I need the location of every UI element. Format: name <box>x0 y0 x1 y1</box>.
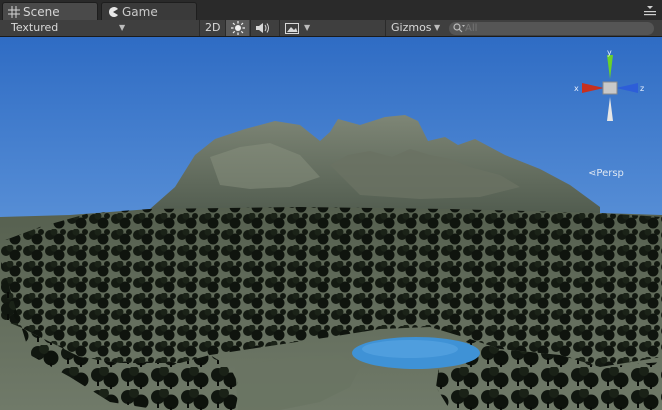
tab-game[interactable]: Game <box>101 2 197 20</box>
speaker-icon <box>256 23 269 33</box>
z-axis-cone[interactable] <box>616 83 638 93</box>
search-input[interactable] <box>465 22 645 35</box>
gizmos-label: Gizmos <box>391 21 432 34</box>
axis-x-label: x <box>574 84 579 93</box>
draw-mode-dropdown[interactable]: Textured ▼ <box>0 20 128 36</box>
orientation-gizmo[interactable]: y x z <box>574 49 646 127</box>
scene-audio-button[interactable] <box>250 20 274 36</box>
image-icon <box>285 23 299 34</box>
draw-mode-label: Textured <box>11 21 59 34</box>
tab-scene-label: Scene <box>23 5 60 19</box>
x-axis-cone[interactable] <box>582 83 604 93</box>
2d-toggle-button[interactable]: 2D <box>199 20 224 36</box>
hierarchy-search[interactable] <box>449 22 654 35</box>
search-icon <box>453 23 465 33</box>
chevron-down-icon: ▼ <box>304 23 311 32</box>
scene-effects-dropdown[interactable]: ▼ <box>279 20 313 36</box>
projection-label: Persp <box>596 168 624 179</box>
grid-icon <box>8 6 20 18</box>
chevron-down-icon: ▼ <box>434 23 441 32</box>
axis-y-label: y <box>607 49 612 57</box>
gizmos-dropdown[interactable]: Gizmos ▼ <box>385 20 444 36</box>
tab-bar: Scene Game <box>0 0 662 20</box>
chevron-down-icon: ▼ <box>119 23 126 32</box>
tab-game-label: Game <box>122 5 158 19</box>
gizmo-center-cube[interactable] <box>602 81 618 95</box>
pacman-icon <box>109 7 118 17</box>
projection-toggle[interactable]: ⋖Persp <box>588 168 624 179</box>
scene-viewport[interactable]: y x z ⋖Persp <box>0 37 662 410</box>
terrain-render <box>0 37 662 410</box>
y-axis-cone[interactable] <box>607 55 613 79</box>
sun-icon <box>231 21 245 35</box>
scene-lighting-button[interactable] <box>225 20 249 36</box>
2d-toggle-label: 2D <box>205 21 221 34</box>
tab-scene[interactable]: Scene <box>2 2 98 20</box>
scene-toolbar: Textured ▼ 2D ▼ Gizmos ▼ <box>0 20 662 37</box>
neg-y-axis-cone[interactable] <box>607 97 613 121</box>
panel-menu-icon[interactable] <box>644 6 656 16</box>
axis-z-label: z <box>640 84 644 93</box>
